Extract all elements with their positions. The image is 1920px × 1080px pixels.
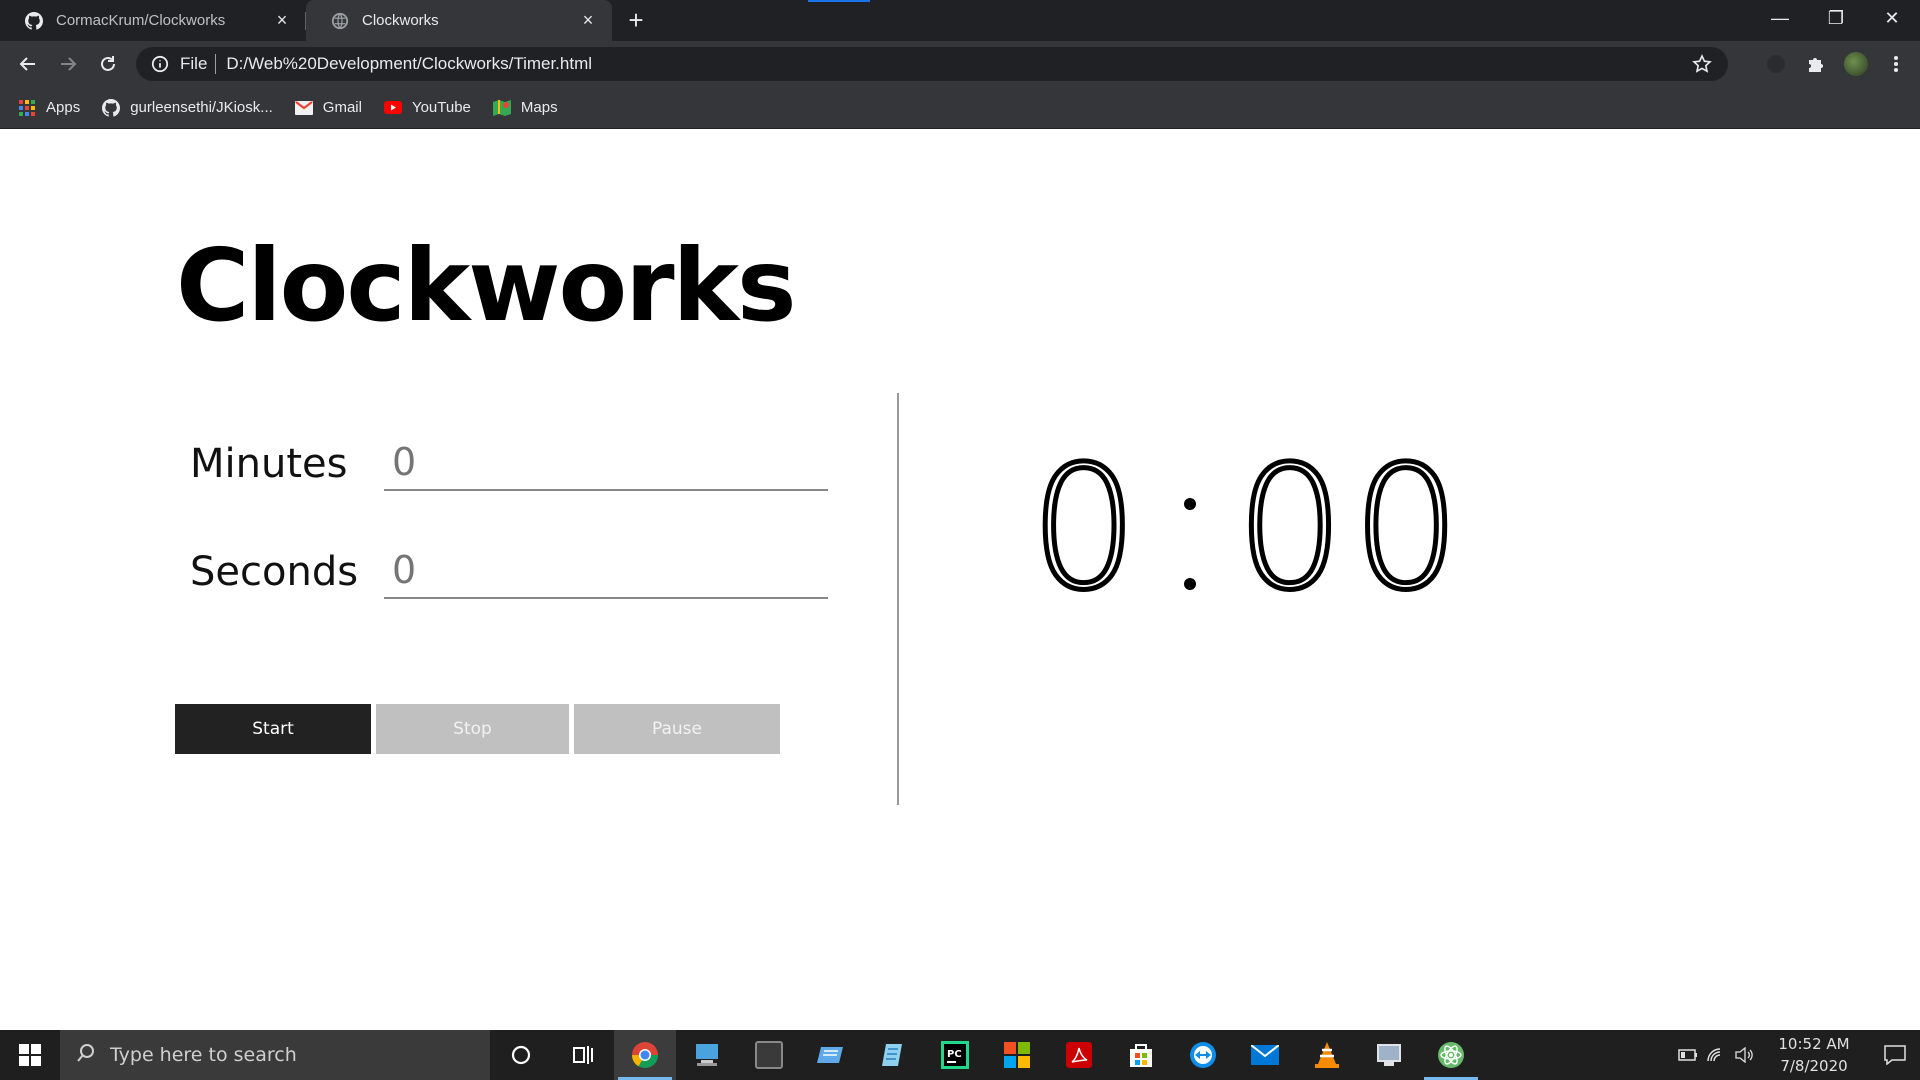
- tab-strip-accent: [808, 0, 870, 2]
- search-icon: [76, 1043, 96, 1068]
- youtube-icon: [383, 99, 402, 117]
- office-icon[interactable]: [986, 1030, 1048, 1080]
- bookmark-label: Gmail: [322, 99, 362, 116]
- bookmark-label: YouTube: [411, 99, 471, 116]
- mail-icon[interactable]: [1234, 1030, 1296, 1080]
- new-tab-button[interactable]: +: [618, 0, 654, 41]
- app-icon[interactable]: [1358, 1030, 1420, 1080]
- store-icon[interactable]: [1110, 1030, 1172, 1080]
- forward-button[interactable]: [48, 44, 88, 84]
- notifications-icon[interactable]: [1870, 1030, 1920, 1080]
- seconds-input[interactable]: [384, 543, 828, 599]
- profile-avatar[interactable]: [1836, 44, 1876, 84]
- bookmark-gmail[interactable]: Gmail: [294, 99, 362, 117]
- task-view-icon[interactable]: [552, 1030, 614, 1080]
- forward-arrow-icon: [61, 57, 77, 71]
- svg-text:PC: PC: [947, 1049, 962, 1060]
- tray-date: 7/8/2020: [1780, 1057, 1848, 1075]
- bookmark-label: gurleensethi/JKiosk...: [130, 99, 273, 116]
- bookmark-maps[interactable]: Maps: [492, 99, 558, 117]
- extensions-puzzle-icon[interactable]: [1796, 44, 1836, 84]
- tab-title: Clockworks: [362, 12, 439, 29]
- close-window-button[interactable]: ✕: [1864, 0, 1920, 36]
- tab-github[interactable]: CormacKrum/Clockworks ×: [0, 0, 306, 41]
- browser-toolbar: File D:/Web%20Development/Clockworks/Tim…: [0, 41, 1920, 87]
- cortana-icon[interactable]: [490, 1030, 552, 1080]
- address-divider: [215, 54, 217, 74]
- teamviewer-icon[interactable]: [1172, 1030, 1234, 1080]
- bookmark-label: Maps: [520, 99, 558, 116]
- extension-slot[interactable]: [1756, 44, 1796, 84]
- windows-logo-icon: [19, 1044, 41, 1066]
- timer-colon: [1146, 454, 1236, 604]
- bookmark-apps[interactable]: Apps: [18, 99, 80, 117]
- timer-display: 0 00: [1027, 428, 1469, 631]
- reload-icon: [101, 56, 115, 71]
- bookmark-star-icon[interactable]: [1692, 54, 1712, 74]
- tray-time: 10:52 AM: [1778, 1035, 1850, 1053]
- windows-taskbar: Type here to search PC 10:52 AM 7/8/2020: [0, 1030, 1920, 1080]
- minimize-button[interactable]: —: [1752, 0, 1808, 36]
- timer-seconds: 00: [1234, 428, 1469, 631]
- pause-button[interactable]: Pause: [574, 704, 780, 754]
- back-arrow-icon: [19, 57, 35, 71]
- github-icon: [102, 98, 121, 117]
- info-icon[interactable]: [150, 54, 170, 74]
- globe-icon: [330, 11, 350, 31]
- seconds-label: Seconds: [190, 549, 359, 595]
- volume-icon[interactable]: [1730, 1030, 1758, 1080]
- stop-button[interactable]: Stop: [376, 704, 569, 754]
- github-icon: [24, 11, 44, 31]
- taskbar-search[interactable]: Type here to search: [60, 1030, 490, 1080]
- terminal-icon[interactable]: [738, 1030, 800, 1080]
- search-placeholder: Type here to search: [110, 1044, 297, 1066]
- reload-button[interactable]: [88, 44, 128, 84]
- minutes-label: Minutes: [190, 441, 348, 487]
- url-scheme-label: File: [180, 54, 208, 73]
- back-button[interactable]: [8, 44, 48, 84]
- chrome-icon[interactable]: [614, 1030, 676, 1080]
- maps-icon: [492, 99, 511, 117]
- timer-page: Clockworks Minutes Seconds Start Stop Pa…: [0, 129, 1920, 1030]
- minutes-input[interactable]: [384, 435, 828, 491]
- tab-clockworks[interactable]: Clockworks ×: [306, 0, 612, 41]
- toolbar-right: [1756, 41, 1920, 87]
- tab-title: CormacKrum/Clockworks: [56, 12, 226, 29]
- vlc-icon[interactable]: [1296, 1030, 1358, 1080]
- window-controls: — ❐ ✕: [1752, 0, 1920, 36]
- vmware-icon[interactable]: [800, 1030, 862, 1080]
- address-bar[interactable]: File D:/Web%20Development/Clockworks/Tim…: [136, 47, 1728, 81]
- url-text[interactable]: D:/Web%20Development/Clockworks/Timer.ht…: [226, 54, 592, 74]
- bookmark-youtube[interactable]: YouTube: [383, 99, 471, 117]
- bookmark-github[interactable]: gurleensethi/JKiosk...: [102, 98, 273, 117]
- battery-icon[interactable]: [1674, 1030, 1702, 1080]
- atom-icon[interactable]: [1420, 1030, 1482, 1080]
- menu-kebab-icon[interactable]: [1876, 44, 1916, 84]
- computer-icon[interactable]: [676, 1030, 738, 1080]
- tab-bar: CormacKrum/Clockworks × Clockworks × + —…: [0, 0, 1920, 41]
- notepad-icon[interactable]: [862, 1030, 924, 1080]
- vertical-divider: [897, 393, 899, 805]
- restore-button[interactable]: ❐: [1808, 0, 1864, 36]
- tray-clock[interactable]: 10:52 AM 7/8/2020: [1766, 1033, 1862, 1077]
- acrobat-icon[interactable]: [1048, 1030, 1110, 1080]
- close-tab-icon[interactable]: ×: [578, 10, 598, 31]
- bookmark-label: Apps: [46, 99, 81, 116]
- bookmarks-bar: Apps gurleensethi/JKiosk... Gmail YouTub…: [0, 87, 1920, 129]
- gmail-icon: [294, 99, 313, 117]
- wifi-icon[interactable]: [1702, 1030, 1730, 1080]
- timer-minutes: 0: [1027, 428, 1147, 631]
- pycharm-icon[interactable]: PC: [924, 1030, 986, 1080]
- close-tab-icon[interactable]: ×: [272, 10, 292, 31]
- apps-grid-icon: [18, 99, 36, 117]
- system-tray: 10:52 AM 7/8/2020: [1674, 1030, 1920, 1080]
- windows-start-button[interactable]: [0, 1030, 60, 1080]
- start-button[interactable]: Start: [175, 704, 371, 754]
- page-title: Clockworks: [176, 227, 797, 344]
